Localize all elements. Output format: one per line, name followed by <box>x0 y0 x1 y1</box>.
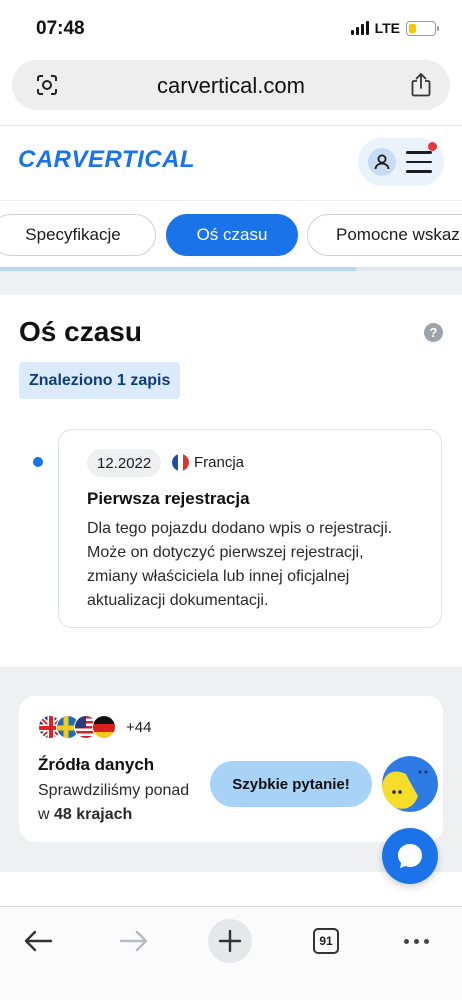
timeline-dot <box>33 457 43 467</box>
quick-question-button[interactable]: Szybkie pytanie! <box>210 761 372 807</box>
carvertical-logo[interactable]: CARVERTICAL <box>18 146 195 174</box>
forward-button[interactable] <box>112 919 156 963</box>
url-text[interactable]: carvertical.com <box>12 73 450 99</box>
browser-toolbar: 91 <box>0 907 462 1000</box>
forward-arrow-icon[interactable] <box>119 930 149 952</box>
france-flag-icon <box>172 454 189 471</box>
sources-desc-text: Sprawdziliśmy ponad <box>38 782 190 799</box>
network-label: LTE <box>374 20 400 36</box>
sources-countries-count: 48 krajach <box>54 806 133 823</box>
plus-icon[interactable] <box>218 929 242 953</box>
section-tabs: Specyfikacje Oś czasu Pomocne wskaz <box>0 212 462 258</box>
person-icon[interactable] <box>368 148 396 176</box>
share-icon[interactable] <box>410 72 432 98</box>
hamburger-icon[interactable] <box>406 151 432 173</box>
event-country: Francja <box>172 454 244 471</box>
event-title: Pierwsza rejestracja <box>87 489 250 508</box>
back-arrow-icon[interactable] <box>23 930 53 952</box>
event-date: 12.2022 <box>87 449 162 477</box>
tab-os-czasu[interactable]: Oś czasu <box>166 214 298 256</box>
tab-specyfikacje[interactable]: Specyfikacje <box>0 214 156 256</box>
tabs-count[interactable]: 91 <box>313 928 339 954</box>
status-bar: 07:48 LTE <box>0 0 462 58</box>
germany-flag-icon <box>92 715 116 739</box>
new-tab-button[interactable] <box>208 919 252 963</box>
account-menu-button[interactable] <box>358 138 444 186</box>
page-title: Oś czasu <box>19 316 142 347</box>
status-indicators: LTE <box>350 20 439 36</box>
chat-button[interactable] <box>382 828 438 884</box>
records-found-badge: Znaleziono 1 zapis <box>19 362 181 399</box>
battery-level <box>409 23 417 33</box>
event-description: Dla tego pojazdu dodano wpis o rejestrac… <box>87 520 393 609</box>
tab-pomocne-wskazowki[interactable]: Pomocne wskaz <box>307 214 462 256</box>
sources-title: Źródła danych <box>38 755 155 774</box>
more-countries-count: +44 <box>126 718 152 736</box>
sources-desc-prefix: w <box>38 806 54 823</box>
notification-dot <box>428 142 437 151</box>
address-bar[interactable]: carvertical.com <box>12 60 450 110</box>
section-separator <box>0 271 462 295</box>
tabs-button[interactable]: 91 <box>304 919 348 963</box>
battery-icon <box>406 20 439 36</box>
signal-icon <box>350 21 369 35</box>
more-menu-button[interactable] <box>394 919 438 963</box>
country-name: Francja <box>194 454 245 471</box>
more-dots-icon[interactable] <box>403 938 429 944</box>
chat-mascot-icon[interactable] <box>382 756 438 812</box>
chat-bubble-icon[interactable] <box>395 841 425 871</box>
divider <box>0 200 462 201</box>
status-time: 07:48 <box>36 18 85 39</box>
country-flags: +44 <box>38 715 151 739</box>
back-button[interactable] <box>16 919 60 963</box>
site-header: CARVERTICAL <box>0 126 462 200</box>
timeline-event-card: 12.2022 Francja Pierwsza rejestracja Dla… <box>58 429 442 628</box>
help-icon[interactable]: ? <box>424 323 443 342</box>
